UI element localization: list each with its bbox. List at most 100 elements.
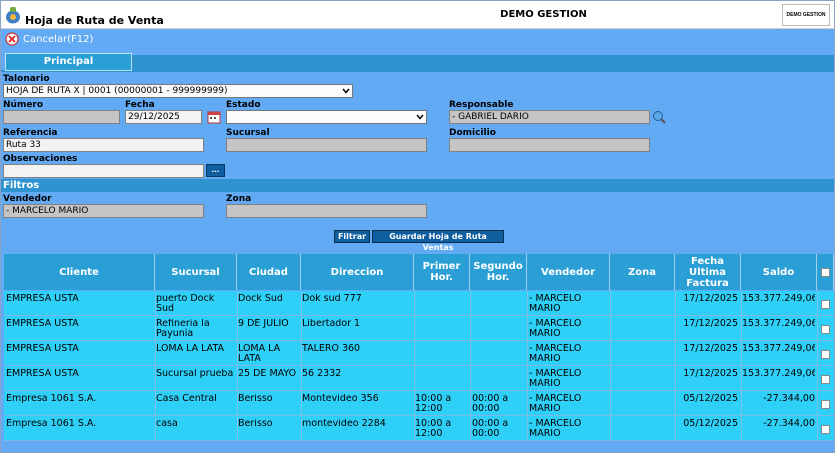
cell-saldo: -27.344,00 <box>763 419 815 429</box>
column-divider <box>470 366 471 391</box>
responsable-label: Responsable <box>449 100 514 110</box>
domicilio-field[interactable] <box>449 138 650 152</box>
cell-direccion: Libertador 1 <box>302 319 361 329</box>
cell-fecha: 17/12/2025 <box>683 369 738 379</box>
cell-vendedor: - MARCELO MARIO <box>529 294 582 314</box>
cell-fecha: 17/12/2025 <box>683 294 738 304</box>
cell-segundo: 00:00 a 00:00 <box>472 394 509 414</box>
cell-direccion: TALERO 360 <box>302 344 361 354</box>
column-divider <box>610 391 611 416</box>
column-divider <box>817 366 818 391</box>
column-divider <box>414 341 415 366</box>
cell-vendedor: - MARCELO MARIO <box>529 369 582 389</box>
sucursal-field[interactable] <box>226 138 427 152</box>
column-divider <box>817 341 818 366</box>
cell-cliente: Empresa 1061 S.A. <box>6 419 97 429</box>
table-row[interactable]: Empresa 1061 S.A. casa Berisso montevideo 2… <box>4 416 834 441</box>
cell-segundo: 00:00 a 00:00 <box>472 419 509 439</box>
column-divider <box>414 316 415 341</box>
cell-vendedor: - MARCELO MARIO <box>529 319 582 339</box>
cancel-button[interactable]: Cancelar(F12) <box>5 32 93 46</box>
table-row[interactable]: EMPRESA USTA Sucursal prueba 25 DE MAYO 56 … <box>4 366 834 391</box>
row-checkbox[interactable] <box>821 300 830 309</box>
col-header-select-all <box>817 254 834 290</box>
cell-vendedor: - MARCELO MARIO <box>529 394 582 414</box>
column-divider <box>527 366 528 391</box>
vendedor-field[interactable]: - MARCELO MARIO <box>3 204 204 218</box>
column-divider <box>817 316 818 341</box>
column-divider <box>470 291 471 316</box>
row-checkbox[interactable] <box>821 325 830 334</box>
column-divider <box>470 416 471 441</box>
column-divider <box>527 416 528 441</box>
numero-field[interactable] <box>3 110 120 124</box>
column-divider <box>470 341 471 366</box>
column-divider <box>527 391 528 416</box>
cell-ciudad: LOMA LA LATA <box>238 344 281 364</box>
column-divider <box>470 391 471 416</box>
cell-direccion: montevideo 2284 <box>302 419 386 429</box>
cell-sucursal: Casa Central <box>156 394 217 404</box>
column-divider <box>610 316 611 341</box>
observaciones-field[interactable] <box>3 164 204 178</box>
cell-vendedor: - MARCELO MARIO <box>529 344 582 364</box>
cell-sucursal: LOMA LA LATA <box>156 344 225 354</box>
column-divider <box>527 341 528 366</box>
toolbar: Cancelar(F12) <box>1 30 834 50</box>
talonario-label: Talonario <box>3 74 50 84</box>
cell-saldo: 153.377.249,06 <box>742 294 815 304</box>
column-divider <box>610 291 611 316</box>
row-checkbox[interactable] <box>821 425 830 434</box>
cell-saldo: -27.344,00 <box>763 394 815 404</box>
column-divider <box>414 366 415 391</box>
filter-button[interactable]: Filtrar <box>334 230 370 243</box>
col-header-primer-hor: Primer Hor. <box>414 254 470 290</box>
cell-sucursal: Refineria la Payunia <box>156 319 210 339</box>
chevron-down-icon <box>342 88 350 94</box>
column-divider <box>414 291 415 316</box>
domicilio-label: Domicilio <box>449 128 496 138</box>
table-row[interactable]: EMPRESA USTA Refineria la Payunia 9 DE JUL… <box>4 316 834 341</box>
table-row[interactable]: EMPRESA USTA LOMA LA LATA LOMA LA LATA TALE… <box>4 341 834 366</box>
fecha-label: Fecha <box>125 100 155 110</box>
col-header-zona: Zona <box>610 254 675 290</box>
search-person-icon[interactable] <box>652 110 666 124</box>
calendar-icon[interactable] <box>207 110 221 124</box>
row-checkbox[interactable] <box>821 350 830 359</box>
zona-field[interactable] <box>226 204 427 218</box>
tab-principal[interactable]: Principal <box>5 53 132 71</box>
talonario-select[interactable]: HOJA DE RUTA X | 0001 (00000001 - 999999… <box>3 84 353 98</box>
row-checkbox[interactable] <box>821 375 830 384</box>
cell-ciudad: 25 DE MAYO <box>238 369 297 379</box>
app-header: Hoja de Ruta de Venta DEMO GESTION DEMO … <box>1 1 834 29</box>
cell-saldo: 153.377.249,06 <box>742 369 815 379</box>
cell-sucursal: puerto Dock Sud <box>156 294 215 314</box>
cancel-icon <box>5 32 19 46</box>
numero-label: Número <box>3 100 44 110</box>
column-divider <box>817 391 818 416</box>
referencia-label: Referencia <box>3 128 58 138</box>
cell-direccion: 56 2332 <box>302 369 342 379</box>
table-row[interactable]: EMPRESA USTA puerto Dock Sud Dock Sud Dok s… <box>4 291 834 316</box>
column-divider <box>610 366 611 391</box>
cell-saldo: 153.377.249,06 <box>742 319 815 329</box>
cell-cliente: EMPRESA USTA <box>6 294 79 304</box>
table-row[interactable]: Empresa 1061 S.A. Casa Central Berisso Mont… <box>4 391 834 416</box>
col-header-vendedor: Vendedor <box>527 254 610 290</box>
cell-sucursal: casa <box>156 419 178 429</box>
app-window: Hoja de Ruta de Venta DEMO GESTION DEMO … <box>0 0 835 453</box>
select-all-checkbox[interactable] <box>820 267 830 277</box>
cell-primer: 10:00 a 12:00 <box>415 419 452 439</box>
responsable-field[interactable]: - GABRIEL DARIO <box>449 110 650 124</box>
col-header-segundo-hor: Segundo Hor. <box>470 254 527 290</box>
cell-primer: 10:00 a 12:00 <box>415 394 452 414</box>
column-divider <box>610 416 611 441</box>
referencia-field[interactable]: Ruta 33 <box>3 138 204 152</box>
estado-select[interactable] <box>226 110 427 124</box>
column-divider <box>470 316 471 341</box>
chevron-down-icon <box>416 114 424 120</box>
row-checkbox[interactable] <box>821 400 830 409</box>
observaciones-more-button[interactable]: ... <box>206 164 225 177</box>
save-route-button[interactable]: Guardar Hoja de Ruta Ventas <box>372 230 504 252</box>
fecha-field[interactable]: 29/12/2025 <box>125 110 202 124</box>
